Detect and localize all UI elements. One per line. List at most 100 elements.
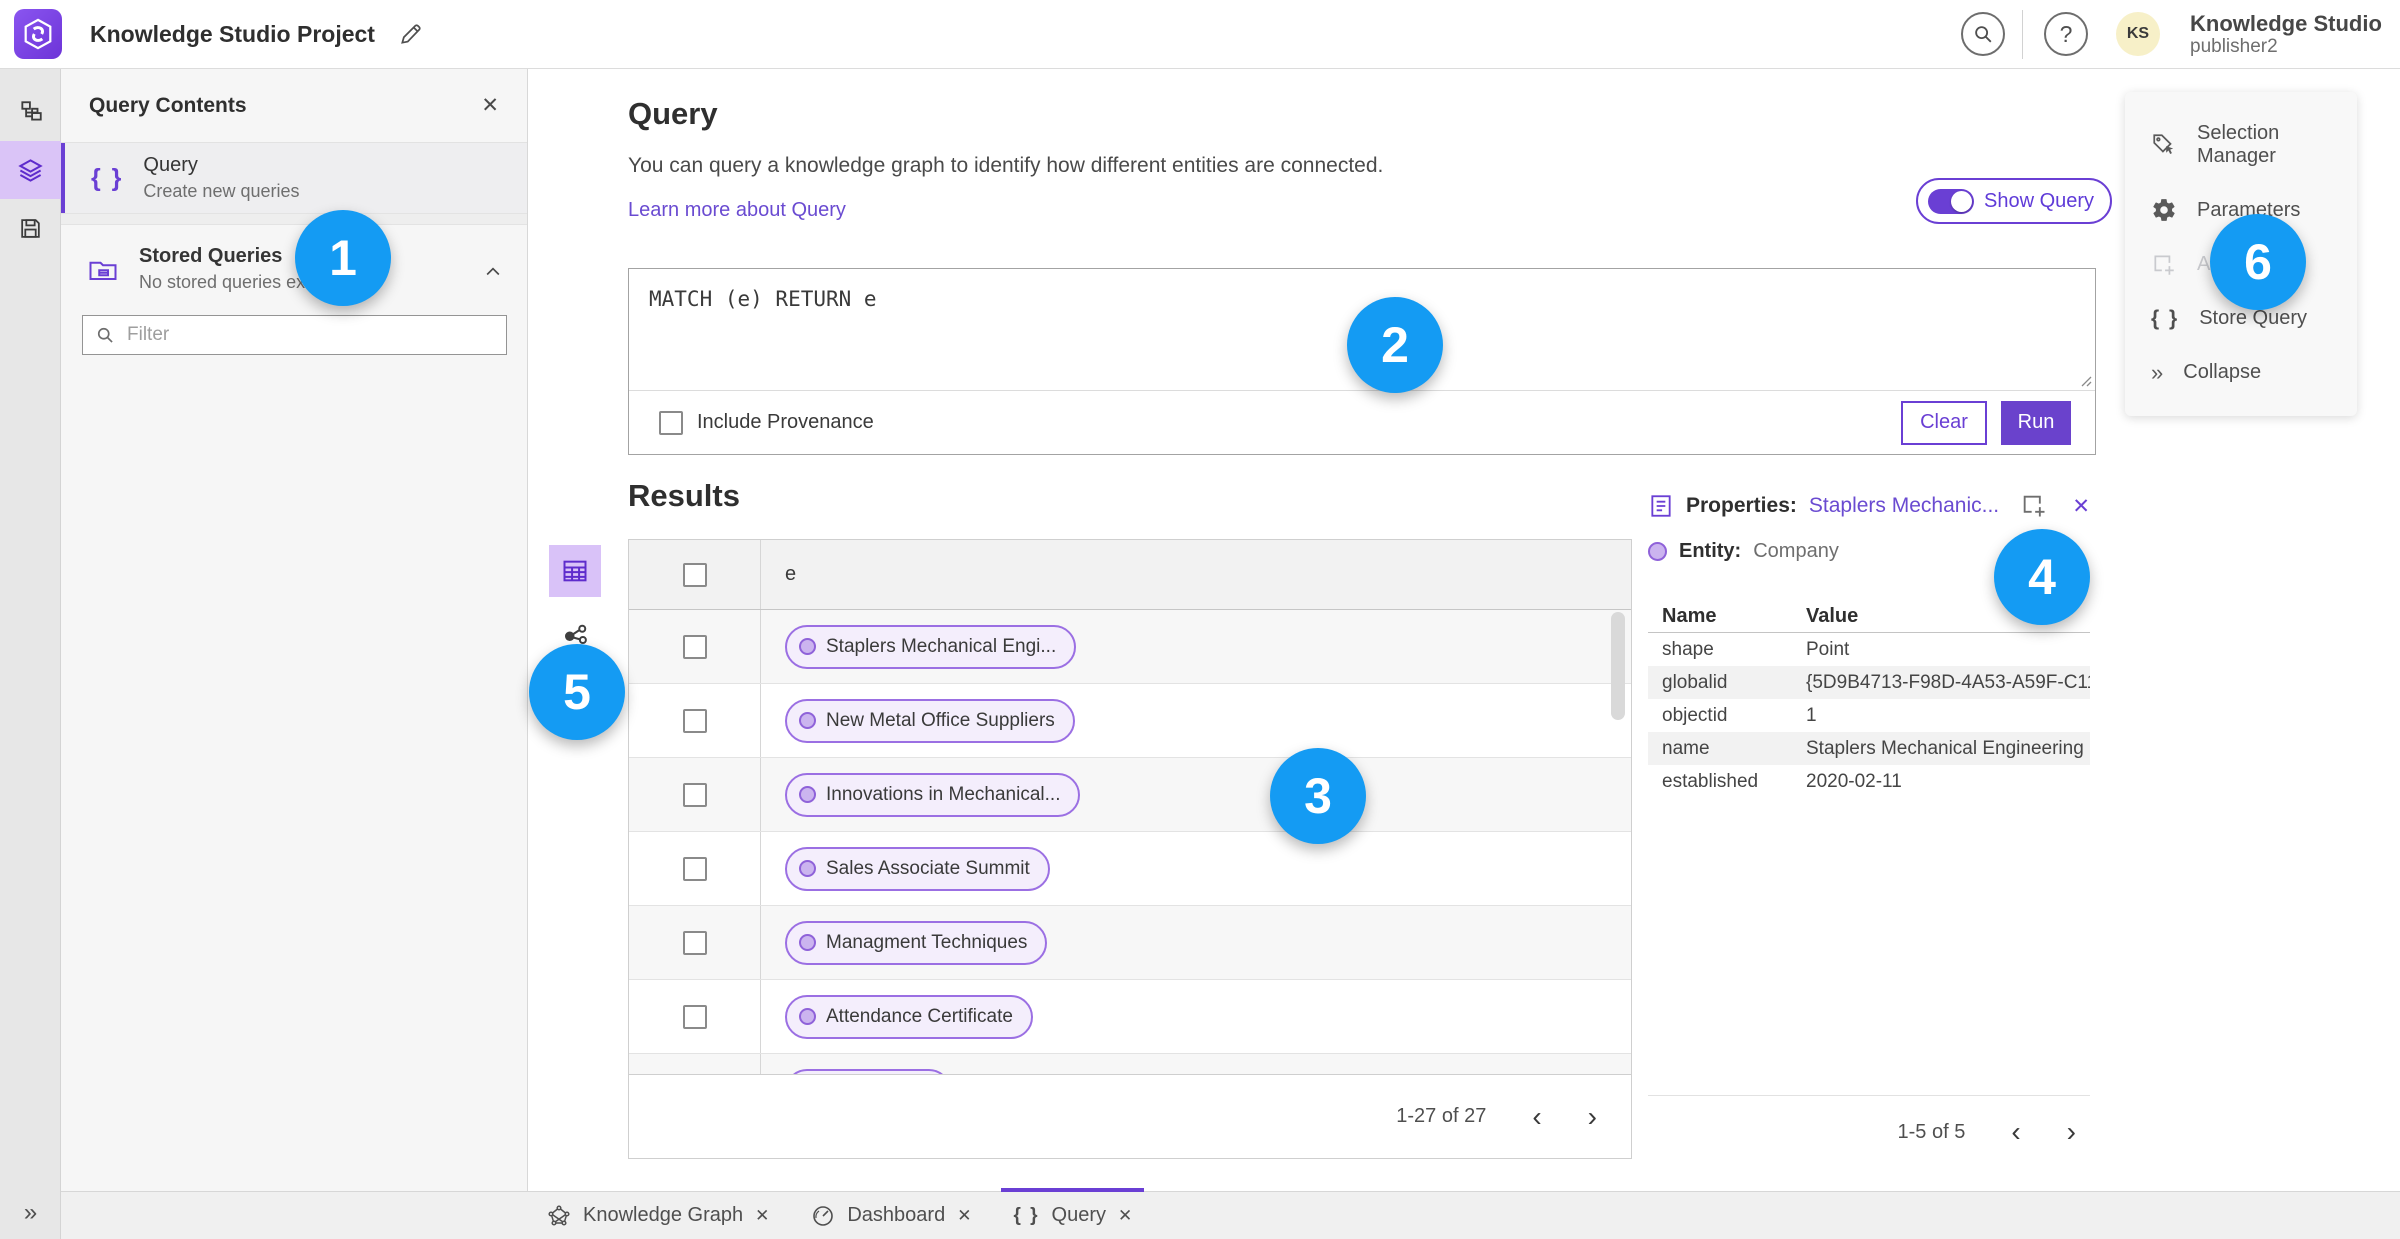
table-row: Innovations in Mechanical... [629, 758, 1631, 832]
rail-item-save[interactable] [0, 199, 61, 257]
edit-title-icon[interactable] [398, 21, 424, 47]
user-menu[interactable]: Knowledge Studio publisher2 [2190, 11, 2382, 58]
topbar-divider [2022, 10, 2023, 59]
rail-item-schema[interactable] [0, 83, 61, 141]
collapse-section-icon[interactable] [483, 262, 503, 282]
row-checkbox[interactable] [682, 856, 707, 881]
entity-pill[interactable]: Staplers Mechanical Engi... [785, 624, 1077, 669]
row-checkbox[interactable] [682, 782, 707, 807]
double-chevron-right-icon: » [2151, 359, 2164, 385]
callout-2: 2 [1347, 297, 1443, 393]
help-button[interactable]: ? [2044, 12, 2088, 56]
page-title: Knowledge Studio Project [90, 21, 375, 47]
gear-icon [2151, 197, 2177, 223]
menu-item-collapse[interactable]: » Collapse [2125, 360, 2357, 386]
entity-pill[interactable]: Sales Associate Summit [785, 846, 1050, 891]
callout-5: 5 [529, 644, 625, 740]
top-bar: Knowledge Studio Project ? KS Knowledge … [0, 0, 2400, 69]
include-provenance-checkbox[interactable] [659, 410, 683, 435]
run-button[interactable]: Run [2001, 400, 2071, 445]
query-item-subtitle: Create new queries [143, 181, 300, 201]
results-range: 1-27 of 27 [1396, 1105, 1487, 1128]
stored-queries-header[interactable]: Stored Queries No stored queries exist [61, 225, 527, 299]
add-to-selection-button[interactable] [2020, 492, 2048, 520]
learn-more-link[interactable]: Learn more about Query [628, 199, 1828, 222]
menu-item-selection-manager[interactable]: Selection Manager [2125, 122, 2357, 168]
table-row: New Metal Office Suppliers [629, 684, 1631, 758]
search-icon [1975, 26, 1992, 43]
view-as-table-button[interactable] [549, 545, 601, 597]
close-tab-icon[interactable]: ✕ [755, 1206, 769, 1226]
clear-button[interactable]: Clear [1901, 400, 1987, 445]
chevron-left-icon[interactable]: ‹ [1532, 1102, 1541, 1131]
entity-pill[interactable]: New Metal Office Suppliers [785, 698, 1075, 743]
tab-query[interactable]: { } Query ✕ [1001, 1188, 1145, 1239]
close-properties-button[interactable]: ✕ [2072, 494, 2090, 519]
close-tab-icon[interactable]: ✕ [957, 1206, 971, 1226]
table-row: Staplers Mechanical Engi... [629, 610, 1631, 684]
app-logo-icon[interactable] [14, 9, 62, 59]
tab-knowledge-graph[interactable]: Knowledge Graph ✕ [547, 1192, 769, 1239]
results-pagination: 1-27 of 27 ‹ › [629, 1074, 1631, 1158]
show-query-label: Show Query [1984, 189, 2095, 212]
entity-pill[interactable]: Attendance Certificate [785, 994, 1033, 1039]
row-checkbox[interactable] [682, 930, 707, 955]
layers-icon [18, 158, 43, 182]
query-item-title: Query [143, 154, 198, 176]
callout-3: 3 [1270, 748, 1366, 844]
property-row: shape Point [1662, 638, 1850, 660]
save-icon [21, 218, 40, 238]
sidebar-item-query[interactable]: { } Query Create new queries [61, 143, 527, 213]
braces-icon: { } [1013, 1204, 1040, 1226]
callout-6: 6 [2210, 214, 2306, 310]
braces-icon: { } [91, 163, 124, 192]
query-contents-panel: Query Contents ✕ { } Query Create new qu… [61, 69, 528, 1191]
row-checkbox[interactable] [682, 634, 707, 659]
close-tab-icon[interactable]: ✕ [1118, 1206, 1132, 1226]
scrollbar-thumb[interactable] [1611, 612, 1625, 720]
row-checkbox[interactable] [682, 708, 707, 733]
entity-pill[interactable]: Innovations in Mechanical... [785, 772, 1081, 817]
view-tab-bar: Knowledge Graph ✕ Dashboard ✕ { } Query … [61, 1188, 2400, 1239]
chevron-left-icon[interactable]: ‹ [2011, 1118, 2020, 1146]
entity-dot-icon [1648, 542, 1667, 561]
tab-dashboard[interactable]: Dashboard ✕ [811, 1192, 971, 1239]
chevron-right-icon[interactable]: › [1588, 1102, 1597, 1131]
avatar[interactable]: KS [2116, 12, 2160, 56]
resize-handle-icon[interactable] [2080, 375, 2092, 387]
table-row: Attendance Certificate [629, 980, 1631, 1054]
query-description: You can query a knowledge graph to ident… [628, 154, 1384, 177]
close-panel-button[interactable]: ✕ [481, 93, 499, 118]
filter-input[interactable] [127, 324, 494, 346]
schema-icon [20, 101, 42, 121]
row-checkbox[interactable] [682, 1004, 707, 1029]
query-header: Query You can query a knowledge graph to… [628, 96, 1828, 222]
column-header-e: e [785, 563, 797, 585]
user-name: Knowledge Studio [2190, 11, 2382, 36]
search-button[interactable] [1961, 12, 2005, 56]
properties-entity-link[interactable]: Staplers Mechanic... [1809, 494, 2009, 518]
entity-dot-icon [799, 934, 816, 951]
selection-manager-icon [2151, 132, 2177, 158]
entity-pill[interactable]: Managment Techniques [785, 920, 1048, 965]
select-all-checkbox[interactable] [682, 562, 707, 587]
table-row: Sales Associate Summit [629, 832, 1631, 906]
show-query-toggle[interactable]: Show Query [1916, 178, 2113, 224]
property-row: name Staplers Mechanical Engineering [1648, 732, 2090, 765]
property-row: objectid 1 [1662, 704, 1817, 726]
callout-1: 1 [295, 210, 391, 306]
results-header-row: e [629, 540, 1631, 610]
entity-label: Entity: [1679, 540, 1742, 562]
table-row: Managment Techniques [629, 906, 1631, 980]
properties-table: Name Value shape Point globalid {5D9B471… [1648, 601, 2090, 798]
knowledge-graph-icon [547, 1204, 571, 1228]
section-divider [61, 213, 527, 225]
rail-item-layers[interactable] [0, 141, 61, 199]
results-title: Results [628, 478, 740, 513]
query-title: Query [628, 96, 718, 131]
callout-4: 4 [1994, 529, 2090, 625]
expand-rail-button[interactable]: » [0, 1199, 61, 1227]
chevron-right-icon[interactable]: › [2067, 1118, 2076, 1146]
menu-item-store-query[interactable]: { } Store Query [2125, 307, 2357, 331]
properties-pagination: 1-5 of 5 ‹ › [1648, 1095, 2090, 1146]
